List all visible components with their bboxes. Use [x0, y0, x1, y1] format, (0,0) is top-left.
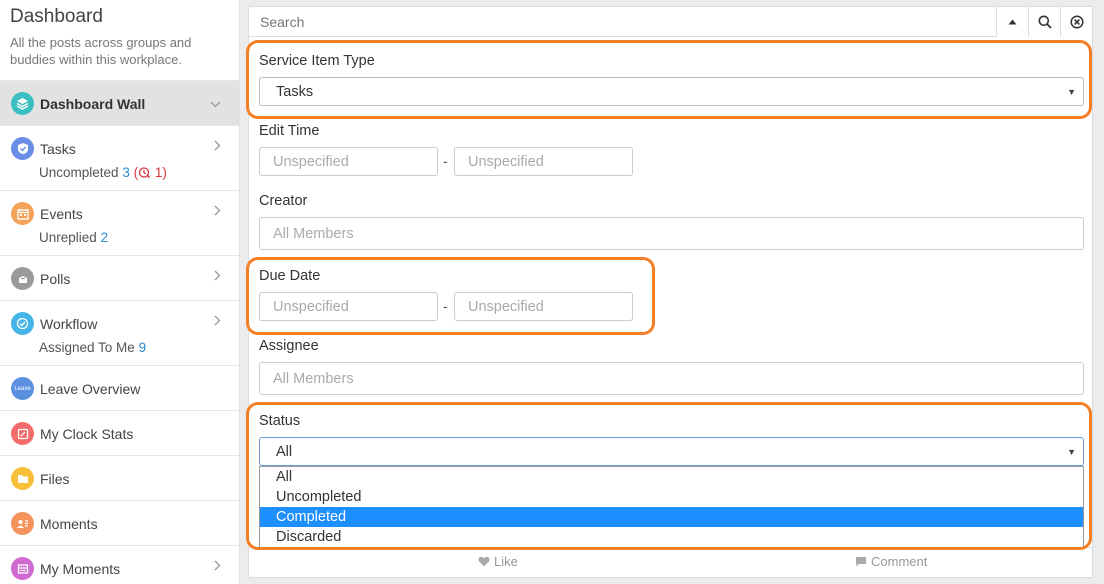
close-circle-icon: [1069, 15, 1084, 29]
comment-icon: [856, 557, 866, 567]
sidebar-item-label: Events: [40, 205, 83, 222]
workflow-assigned-summary: Assigned To Me 9: [39, 340, 146, 355]
service-item-type-label: Service Item Type: [259, 53, 375, 69]
collapse-filters-button[interactable]: [996, 7, 1028, 37]
status-dropdown: All Uncompleted Completed Discarded: [259, 466, 1084, 548]
search-bar: [249, 7, 1092, 37]
status-select[interactable]: All ▼: [259, 437, 1084, 466]
sidebar-item-label: Dashboard Wall: [40, 95, 146, 112]
comment-button[interactable]: Comment: [855, 554, 927, 569]
sidebar-header: Dashboard All the posts across groups an…: [0, 0, 239, 80]
sidebar-item-label: My Clock Stats: [40, 425, 134, 442]
sidebar-item-moments[interactable]: Moments: [0, 500, 239, 545]
shield-check-icon: [11, 137, 34, 160]
folder-icon: [11, 467, 34, 490]
layers-icon: [11, 92, 34, 115]
edit-time-label: Edit Time: [259, 123, 320, 139]
creator-input[interactable]: All Members: [259, 217, 1084, 250]
due-date-from-input[interactable]: Unspecified: [259, 292, 438, 321]
status-option-discarded[interactable]: Discarded: [260, 527, 1083, 547]
like-label: Like: [494, 554, 518, 569]
sidebar-item-label: Moments: [40, 515, 98, 532]
sidebar-item-leave-overview[interactable]: Leave Leave Overview: [0, 365, 239, 410]
alarm-icon: [138, 167, 151, 178]
overdue-count: 1: [154, 165, 163, 180]
sidebar-item-label: My Moments: [40, 560, 121, 577]
uncompleted-count[interactable]: 3: [122, 165, 130, 180]
sidebar: Dashboard All the posts across groups an…: [0, 0, 240, 584]
chevron-right-icon: [214, 560, 221, 574]
status-option-uncompleted[interactable]: Uncompleted: [260, 487, 1083, 507]
assigned-count[interactable]: 9: [139, 340, 147, 355]
calendar-icon: [11, 202, 34, 225]
sub-label: Uncompleted: [39, 165, 119, 180]
status-value: All: [276, 443, 293, 460]
people-icon: [11, 512, 34, 535]
tasks-uncompleted-summary: Uncompleted 3 ( 1): [39, 165, 167, 180]
edit-time-from-input[interactable]: Unspecified: [259, 147, 438, 176]
caret-up-icon: [1008, 19, 1017, 25]
edit-time-to-input[interactable]: Unspecified: [454, 147, 633, 176]
chevron-right-icon: [214, 205, 221, 219]
assignee-label: Assignee: [259, 338, 319, 354]
clock-stats-icon: [11, 422, 34, 445]
caret-down-icon: ▼: [1067, 447, 1076, 457]
status-option-completed[interactable]: Completed: [260, 507, 1083, 527]
sub-label: Assigned To Me: [39, 340, 135, 355]
sidebar-item-dashboard-wall[interactable]: Dashboard Wall: [0, 80, 239, 125]
edit-time-separator: -: [443, 153, 448, 169]
search-input[interactable]: [249, 7, 996, 36]
leave-icon: Leave: [11, 377, 34, 400]
status-label: Status: [259, 413, 301, 429]
service-item-type-value: Tasks: [276, 83, 314, 100]
card-icon: [11, 557, 34, 580]
unreplied-count[interactable]: 2: [101, 230, 109, 245]
ballot-icon: [11, 267, 34, 290]
caret-down-icon: ▼: [1067, 87, 1076, 97]
chevron-down-icon: [210, 97, 221, 111]
chevron-right-icon: [214, 140, 221, 154]
like-button[interactable]: Like: [478, 554, 518, 569]
due-date-label: Due Date: [259, 268, 321, 284]
sidebar-item-tasks[interactable]: Tasks Uncompleted 3 ( 1): [0, 125, 239, 190]
search-button[interactable]: [1028, 7, 1060, 37]
chevron-right-icon: [214, 270, 221, 284]
sidebar-item-workflow[interactable]: Workflow Assigned To Me 9: [0, 300, 239, 365]
heart-icon: [478, 556, 490, 567]
comment-label: Comment: [871, 554, 928, 569]
sidebar-item-my-moments[interactable]: My Moments: [0, 545, 239, 584]
filter-panel: Service Item Type Tasks ▼ Edit Time Unsp…: [248, 6, 1093, 578]
assignee-input[interactable]: All Members: [259, 362, 1084, 395]
post-actions: Like Comment: [249, 547, 1092, 577]
status-option-all[interactable]: All: [260, 467, 1083, 487]
search-icon: [1038, 15, 1052, 29]
sidebar-item-label: Workflow: [40, 315, 98, 332]
sidebar-item-polls[interactable]: Polls: [0, 255, 239, 300]
sidebar-item-label: Tasks: [40, 140, 76, 157]
creator-label: Creator: [259, 193, 308, 209]
sidebar-item-label: Polls: [40, 270, 71, 287]
service-item-type-select[interactable]: Tasks ▼: [259, 77, 1084, 106]
sidebar-item-files[interactable]: Files: [0, 455, 239, 500]
overdue-alert[interactable]: ( 1): [134, 165, 167, 180]
chevron-right-icon: [214, 315, 221, 329]
sidebar-description: All the posts across groups and buddies …: [10, 35, 192, 67]
clear-search-button[interactable]: [1060, 7, 1092, 37]
sub-label: Unreplied: [39, 230, 97, 245]
check-circle-icon: [11, 312, 34, 335]
sidebar-title: Dashboard: [10, 6, 103, 27]
due-date-separator: -: [443, 298, 448, 314]
sidebar-item-label: Files: [40, 470, 70, 487]
sidebar-item-events[interactable]: Events Unreplied 2: [0, 190, 239, 255]
sidebar-item-my-clock-stats[interactable]: My Clock Stats: [0, 410, 239, 455]
events-unreplied-summary: Unreplied 2: [39, 230, 108, 245]
sidebar-item-label: Leave Overview: [40, 380, 141, 397]
due-date-to-input[interactable]: Unspecified: [454, 292, 633, 321]
